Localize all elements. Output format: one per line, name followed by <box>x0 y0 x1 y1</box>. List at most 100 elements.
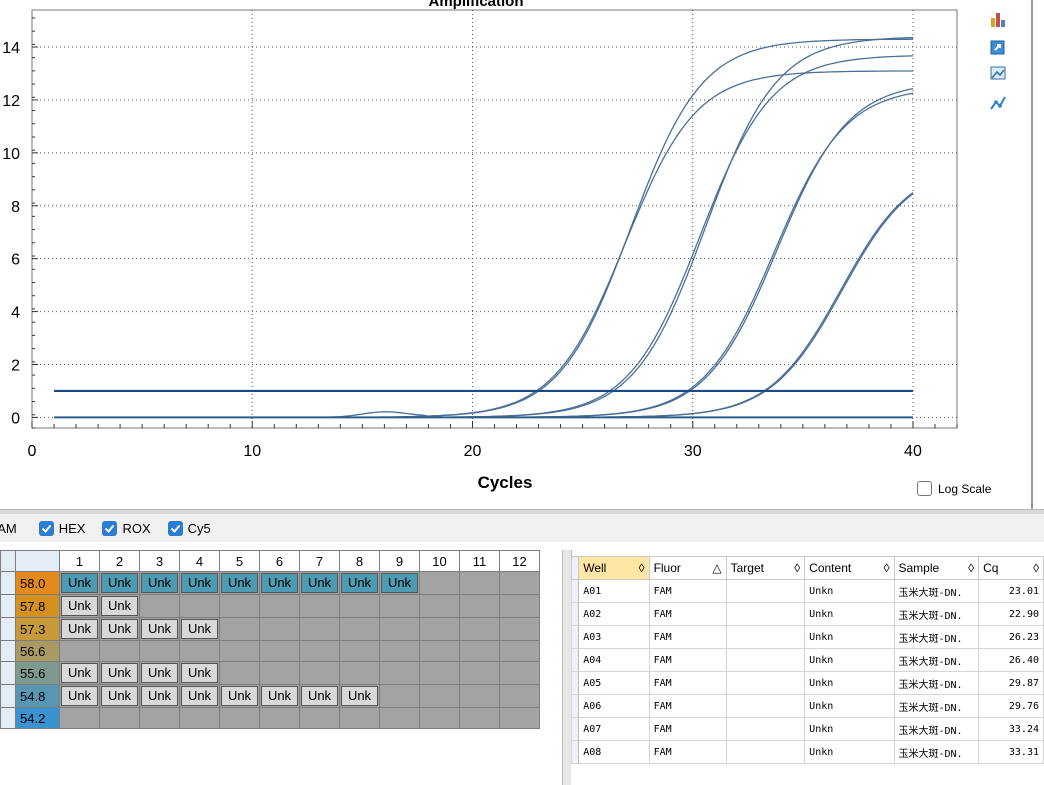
row-selector[interactable] <box>570 717 580 741</box>
plate-well[interactable] <box>259 661 300 685</box>
plate-well[interactable] <box>499 707 540 729</box>
plate-row-header[interactable] <box>0 617 16 641</box>
plate-well[interactable] <box>59 640 100 662</box>
plate-row-header[interactable] <box>0 707 16 729</box>
plate-well[interactable]: Unk <box>139 661 180 685</box>
image-icon[interactable] <box>988 64 1008 82</box>
fluor-filter-hex[interactable]: HEX <box>38 520 85 536</box>
plate-row-header[interactable] <box>0 594 16 618</box>
plate-well[interactable] <box>179 707 220 729</box>
plate-well[interactable] <box>139 640 180 662</box>
log-scale-checkbox[interactable] <box>917 481 932 496</box>
plate-well[interactable]: Unk <box>339 571 380 595</box>
plate-well[interactable]: Unk <box>99 617 140 641</box>
plate-well[interactable]: Unk <box>179 661 220 685</box>
plate-column-header[interactable]: 2 <box>99 550 140 572</box>
plate-well[interactable] <box>219 594 260 618</box>
table-row[interactable]: A08 FAM Unkn 玉米大斑-DN. 33.31 <box>570 740 1044 764</box>
plate-well[interactable] <box>459 661 500 685</box>
plate-column-header[interactable]: 8 <box>339 550 380 572</box>
plate-well[interactable] <box>379 640 420 662</box>
plate-well[interactable]: Unk <box>299 684 340 708</box>
plate-row-header[interactable] <box>0 571 16 595</box>
plate-well[interactable] <box>499 571 540 595</box>
plate-well[interactable] <box>379 707 420 729</box>
copy-chart-icon[interactable] <box>988 38 1008 56</box>
table-row[interactable]: A04 FAM Unkn 玉米大斑-DN. 26.40 <box>570 648 1044 672</box>
plate-well[interactable] <box>99 707 140 729</box>
plate-well[interactable] <box>339 640 380 662</box>
column-header-fluor[interactable]: Fluor △ <box>648 556 727 580</box>
plate-well[interactable]: Unk <box>59 571 100 595</box>
plate-well[interactable] <box>179 640 220 662</box>
plate-well[interactable] <box>379 661 420 685</box>
plate-well[interactable]: Unk <box>339 684 380 708</box>
row-selector[interactable] <box>570 694 580 718</box>
plate-well[interactable]: Unk <box>179 617 220 641</box>
plate-well[interactable]: Unk <box>59 594 100 618</box>
plate-well[interactable] <box>339 617 380 641</box>
plate-column-header[interactable]: 1 <box>59 550 100 572</box>
plate-well[interactable] <box>499 684 540 708</box>
sort-icon[interactable]: ◊ <box>1033 561 1039 575</box>
plate-well[interactable] <box>139 594 180 618</box>
plate-well[interactable] <box>259 617 300 641</box>
plate-well[interactable]: Unk <box>59 684 100 708</box>
plate-well[interactable] <box>499 594 540 618</box>
line-style-icon[interactable] <box>988 94 1008 112</box>
checkbox-checked-icon[interactable] <box>102 520 118 536</box>
plate-well[interactable]: Unk <box>379 571 420 595</box>
plate-well[interactable]: Unk <box>179 684 220 708</box>
plate-well[interactable]: Unk <box>179 571 220 595</box>
plate-well[interactable]: Unk <box>59 617 100 641</box>
plate-column-header[interactable]: 10 <box>419 550 460 572</box>
checkbox-checked-icon[interactable] <box>167 520 183 536</box>
plate-well[interactable] <box>419 640 460 662</box>
plate-well[interactable] <box>419 661 460 685</box>
plate-well[interactable]: Unk <box>219 684 260 708</box>
column-header-cq[interactable]: Cq ◊ <box>978 556 1044 580</box>
plate-well[interactable] <box>259 640 300 662</box>
plate-column-header[interactable]: 7 <box>299 550 340 572</box>
plate-well[interactable]: Unk <box>299 571 340 595</box>
row-selector[interactable] <box>570 671 580 695</box>
checkbox-checked-icon[interactable] <box>38 520 54 536</box>
plate-row-header[interactable] <box>0 640 16 662</box>
plate-well[interactable] <box>139 707 180 729</box>
plate-column-header[interactable]: 9 <box>379 550 420 572</box>
plate-row-header[interactable] <box>0 684 16 708</box>
plate-column-header[interactable]: 12 <box>499 550 540 572</box>
plate-well[interactable] <box>459 594 500 618</box>
plate-row-header[interactable] <box>0 661 16 685</box>
plate-well[interactable] <box>419 617 460 641</box>
plate-well[interactable] <box>419 707 460 729</box>
table-row[interactable]: A02 FAM Unkn 玉米大斑-DN. 22.90 <box>570 602 1044 626</box>
sort-icon[interactable]: ◊ <box>884 561 890 575</box>
plate-well[interactable] <box>459 571 500 595</box>
table-row[interactable]: A06 FAM Unkn 玉米大斑-DN. 29.76 <box>570 694 1044 718</box>
plate-well[interactable] <box>299 617 340 641</box>
plate-well[interactable] <box>219 617 260 641</box>
plate-well[interactable] <box>499 640 540 662</box>
fluor-filter-cy5[interactable]: Cy5 <box>167 520 211 536</box>
plate-column-header[interactable]: 11 <box>459 550 500 572</box>
plate-well[interactable] <box>59 707 100 729</box>
plate-well[interactable] <box>459 684 500 708</box>
column-header-well[interactable]: Well ◊ <box>578 556 650 580</box>
plate-well[interactable] <box>219 661 260 685</box>
plate-well[interactable]: Unk <box>99 684 140 708</box>
plate-well[interactable] <box>499 661 540 685</box>
sort-icon[interactable]: ◊ <box>639 561 645 575</box>
plate-well[interactable]: Unk <box>99 594 140 618</box>
plate-well[interactable] <box>379 617 420 641</box>
table-row[interactable]: A01 FAM Unkn 玉米大斑-DN. 23.01 <box>570 579 1044 603</box>
row-selector[interactable] <box>570 625 580 649</box>
row-selector[interactable] <box>570 740 580 764</box>
plate-well[interactable] <box>259 594 300 618</box>
plate-well[interactable]: Unk <box>259 684 300 708</box>
sort-icon[interactable]: ◊ <box>794 561 800 575</box>
sort-icon[interactable]: ◊ <box>968 561 974 575</box>
plate-well[interactable] <box>299 661 340 685</box>
plate-well[interactable] <box>459 640 500 662</box>
plate-well[interactable]: Unk <box>259 571 300 595</box>
